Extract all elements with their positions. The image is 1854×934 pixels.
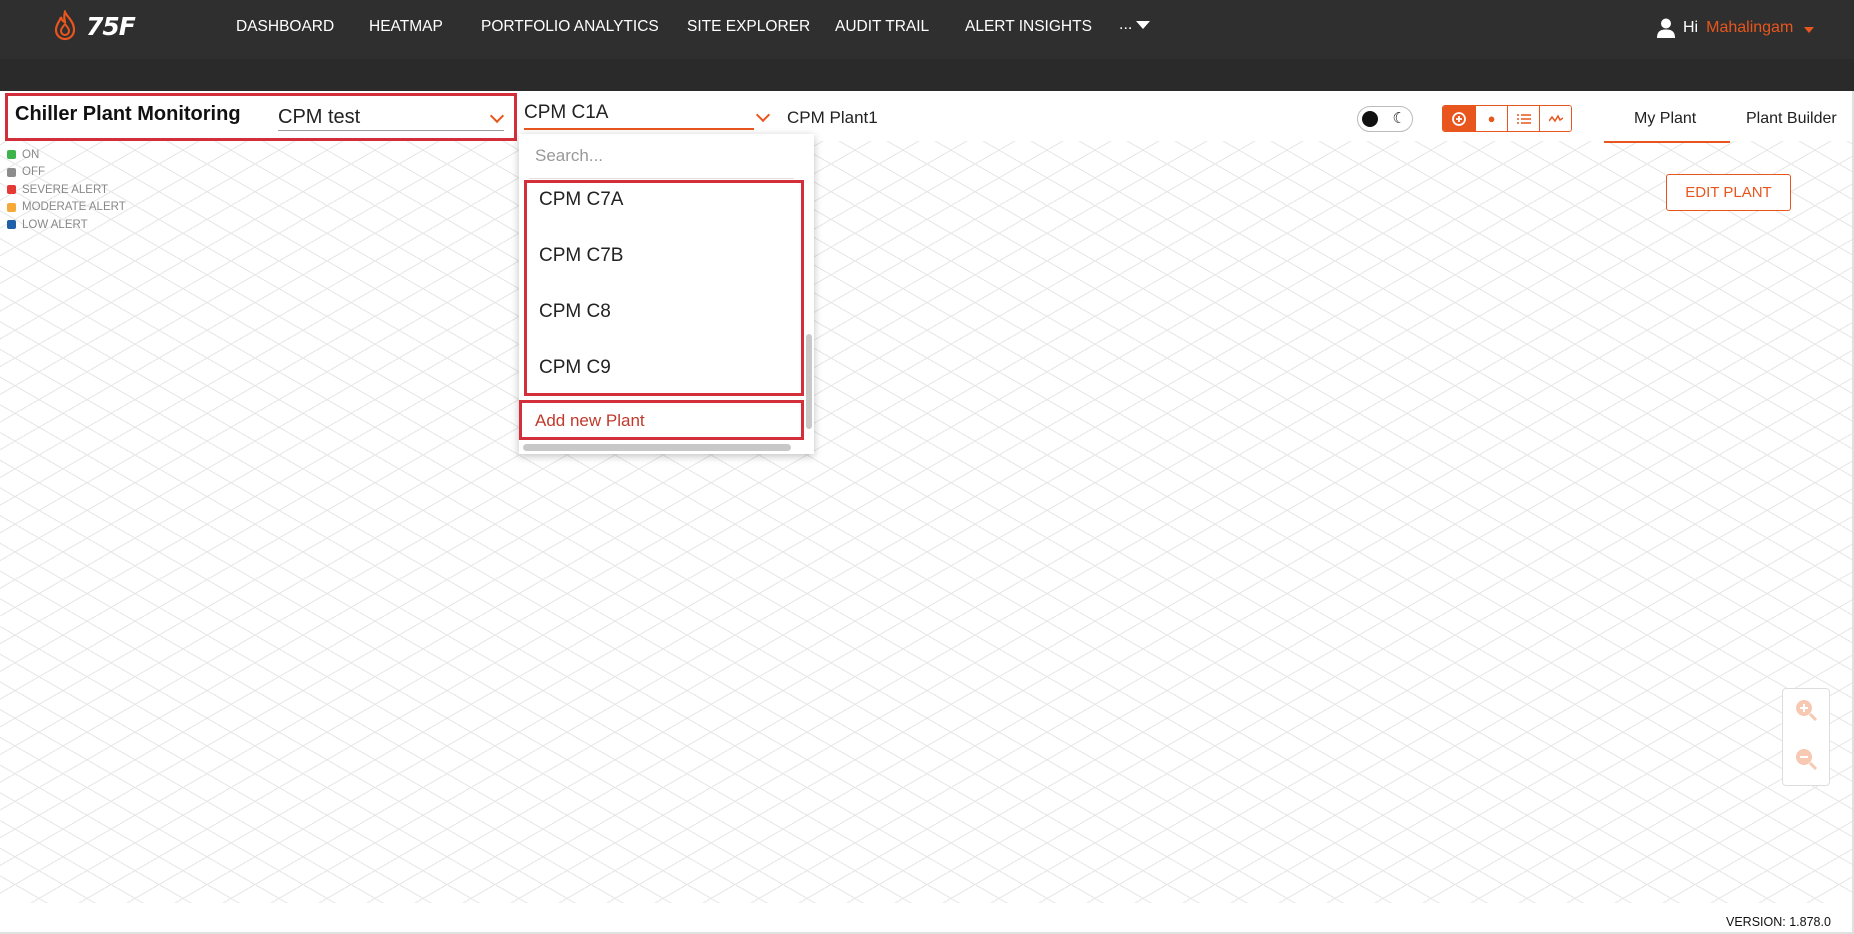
legend-item-on: ON — [7, 146, 126, 164]
nav-more-menu[interactable]: ... — [1119, 16, 1151, 34]
plant-name-label: CPM Plant1 — [787, 108, 878, 127]
nav-site-explorer[interactable]: SITE EXPLORER — [687, 18, 810, 36]
zoom-controls — [1782, 688, 1830, 786]
nav-audit-trail[interactable]: AUDIT TRAIL — [835, 18, 929, 36]
caret-down-icon — [1136, 21, 1151, 29]
status-legend: ON OFF SEVERE ALERT MODERATE ALERT LOW A… — [7, 146, 126, 234]
view-mode-group: ● — [1442, 105, 1572, 132]
nav-dashboard[interactable]: DASHBOARD — [236, 18, 334, 36]
legend-label: ON — [22, 148, 40, 161]
legend-swatch — [7, 150, 16, 160]
legend-swatch — [7, 185, 16, 195]
tab-plant-builder[interactable]: Plant Builder — [1746, 110, 1837, 128]
toggle-knob — [1362, 111, 1378, 127]
tab-my-plant[interactable]: My Plant — [1634, 110, 1696, 128]
legend-label: SEVERE ALERT — [22, 183, 109, 196]
user-icon — [1657, 18, 1675, 38]
legend-swatch — [7, 220, 16, 230]
active-tab-indicator — [1604, 141, 1730, 143]
legend-item-low: LOW ALERT — [7, 216, 126, 234]
nav-alert-insights[interactable]: ALERT INSIGHTS — [965, 18, 1092, 36]
flame-logo-icon — [54, 10, 76, 41]
user-caret-icon — [1804, 27, 1815, 33]
dropdown-vertical-scrollbar[interactable] — [806, 334, 812, 429]
trend-view-button[interactable] — [1539, 106, 1571, 131]
search-divider — [529, 178, 794, 179]
legend-item-off: OFF — [7, 164, 126, 182]
version-label: VERSION: 1.878.0 — [1726, 915, 1831, 929]
user-greeting: Hi — [1683, 19, 1699, 36]
highlight-plant-options — [524, 180, 804, 396]
highlight-site-selector — [5, 93, 517, 141]
legend-item-moderate: MODERATE ALERT — [7, 199, 126, 217]
legend-label: OFF — [22, 166, 45, 179]
top-navbar: 75F DASHBOARD HEATMAP PORTFOLIO ANALYTIC… — [0, 0, 1854, 59]
plant-view-icon — [1452, 111, 1466, 126]
plant-canvas[interactable] — [0, 141, 1854, 903]
plant-view-button[interactable] — [1443, 106, 1475, 131]
legend-item-severe: SEVERE ALERT — [7, 181, 126, 199]
legend-label: LOW ALERT — [22, 218, 88, 231]
user-menu[interactable]: Hi Mahalingam — [1657, 18, 1815, 38]
nav-more-label: ... — [1119, 16, 1133, 33]
trend-icon — [1548, 113, 1563, 122]
plant-select-value: CPM C1A — [524, 102, 609, 123]
edit-plant-button[interactable]: EDIT PLANT — [1666, 174, 1791, 211]
plant-select[interactable]: CPM C1A — [524, 100, 754, 130]
dot-view-button[interactable]: ● — [1475, 106, 1507, 131]
highlight-add-plant — [519, 400, 804, 440]
nav-portfolio-analytics[interactable]: PORTFOLIO ANALYTICS — [481, 18, 659, 36]
nav-heatmap[interactable]: HEATMAP — [369, 18, 443, 36]
legend-swatch — [7, 167, 16, 177]
user-name[interactable]: Mahalingam — [1706, 19, 1793, 37]
list-icon — [1516, 113, 1531, 124]
dropdown-search-input[interactable]: Search... — [535, 146, 603, 166]
legend-label: MODERATE ALERT — [22, 201, 126, 214]
zoom-in-icon[interactable] — [1794, 698, 1818, 722]
list-view-button[interactable] — [1507, 106, 1539, 131]
theme-toggle[interactable]: ☾ — [1357, 106, 1413, 132]
moon-icon: ☾ — [1392, 110, 1406, 127]
legend-swatch — [7, 202, 16, 212]
zoom-out-icon[interactable] — [1794, 747, 1818, 771]
brand-logo[interactable]: 75F — [52, 9, 136, 43]
sub-navbar — [0, 59, 1854, 91]
logo-text: 75F — [86, 11, 136, 41]
dot-icon: ● — [1487, 111, 1496, 126]
dropdown-horizontal-scrollbar[interactable] — [523, 444, 791, 451]
